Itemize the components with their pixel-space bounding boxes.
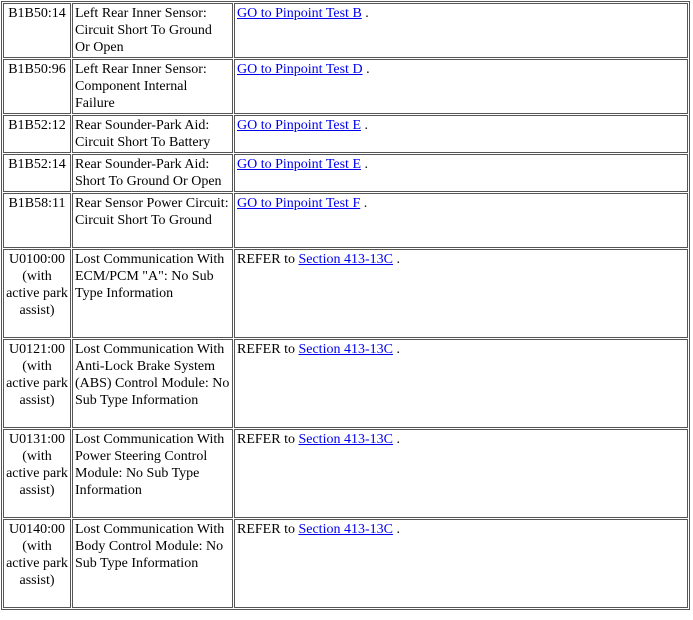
dtc-description: Lost Communication With Anti-Lock Brake … <box>72 339 233 428</box>
action-prefix: REFER to <box>237 432 299 447</box>
action-link[interactable]: GO to Pinpoint Test D <box>237 62 363 77</box>
dtc-code: B1B50:96 <box>3 59 71 114</box>
dtc-action: REFER to Section 413-13C . <box>234 519 688 608</box>
table-row: B1B52:12 Rear Sounder-Park Aid: Circuit S… <box>3 115 688 153</box>
dtc-action: REFER to Section 413-13C . <box>234 249 688 338</box>
action-suffix: . <box>392 252 400 267</box>
dtc-code: B1B52:14 <box>3 154 71 192</box>
table-row: B1B50:96 Left Rear Inner Sensor: Componen… <box>3 59 688 114</box>
dtc-description: Rear Sensor Power Circuit: Circuit Short… <box>72 193 233 248</box>
dtc-description: Left Rear Inner Sensor: Circuit Short To… <box>72 3 233 58</box>
action-suffix: . <box>360 196 368 211</box>
dtc-description: Rear Sounder-Park Aid: Circuit Short To … <box>72 115 233 153</box>
action-suffix: . <box>361 157 369 172</box>
dtc-code: B1B50:14 <box>3 3 71 58</box>
dtc-code: B1B58:11 <box>3 193 71 248</box>
dtc-table: B1B50:14 Left Rear Inner Sensor: Circuit … <box>1 1 690 610</box>
dtc-table-body: B1B50:14 Left Rear Inner Sensor: Circuit … <box>3 3 688 608</box>
dtc-action: GO to Pinpoint Test E . <box>234 115 688 153</box>
action-suffix: . <box>392 342 400 357</box>
action-prefix: REFER to <box>237 522 299 537</box>
action-link[interactable]: GO to Pinpoint Test B <box>237 6 362 21</box>
action-suffix: . <box>361 118 369 133</box>
table-row: U0100:00 (with active park assist) Lost C… <box>3 249 688 338</box>
action-link[interactable]: GO to Pinpoint Test E <box>237 118 361 133</box>
dtc-action: GO to Pinpoint Test E . <box>234 154 688 192</box>
action-suffix: . <box>361 6 369 21</box>
dtc-action: REFER to Section 413-13C . <box>234 429 688 518</box>
action-suffix: . <box>392 432 400 447</box>
action-link[interactable]: Section 413-13C <box>298 522 393 537</box>
action-link[interactable]: GO to Pinpoint Test F <box>237 196 360 211</box>
table-row: B1B52:14 Rear Sounder-Park Aid: Short To … <box>3 154 688 192</box>
dtc-action: REFER to Section 413-13C . <box>234 339 688 428</box>
dtc-code: U0121:00 (with active park assist) <box>3 339 71 428</box>
dtc-action: GO to Pinpoint Test B . <box>234 3 688 58</box>
dtc-action: GO to Pinpoint Test F . <box>234 193 688 248</box>
dtc-description: Left Rear Inner Sensor: Component Intern… <box>72 59 233 114</box>
action-prefix: REFER to <box>237 252 299 267</box>
table-row: U0121:00 (with active park assist) Lost C… <box>3 339 688 428</box>
table-row: U0140:00 (with active park assist) Lost C… <box>3 519 688 608</box>
dtc-description: Lost Communication With ECM/PCM "A": No … <box>72 249 233 338</box>
table-row: B1B50:14 Left Rear Inner Sensor: Circuit … <box>3 3 688 58</box>
dtc-code: U0140:00 (with active park assist) <box>3 519 71 608</box>
action-prefix: REFER to <box>237 342 299 357</box>
dtc-description: Rear Sounder-Park Aid: Short To Ground O… <box>72 154 233 192</box>
table-row: U0131:00 (with active park assist) Lost C… <box>3 429 688 518</box>
action-suffix: . <box>392 522 400 537</box>
dtc-description: Lost Communication With Power Steering C… <box>72 429 233 518</box>
action-link[interactable]: Section 413-13C <box>298 342 393 357</box>
dtc-code: U0131:00 (with active park assist) <box>3 429 71 518</box>
dtc-description: Lost Communication With Body Control Mod… <box>72 519 233 608</box>
table-row: B1B58:11 Rear Sensor Power Circuit: Circu… <box>3 193 688 248</box>
action-link[interactable]: Section 413-13C <box>298 432 393 447</box>
action-link[interactable]: GO to Pinpoint Test E <box>237 157 361 172</box>
dtc-code: U0100:00 (with active park assist) <box>3 249 71 338</box>
action-link[interactable]: Section 413-13C <box>298 252 393 267</box>
action-suffix: . <box>362 62 370 77</box>
dtc-action: GO to Pinpoint Test D . <box>234 59 688 114</box>
dtc-code: B1B52:12 <box>3 115 71 153</box>
